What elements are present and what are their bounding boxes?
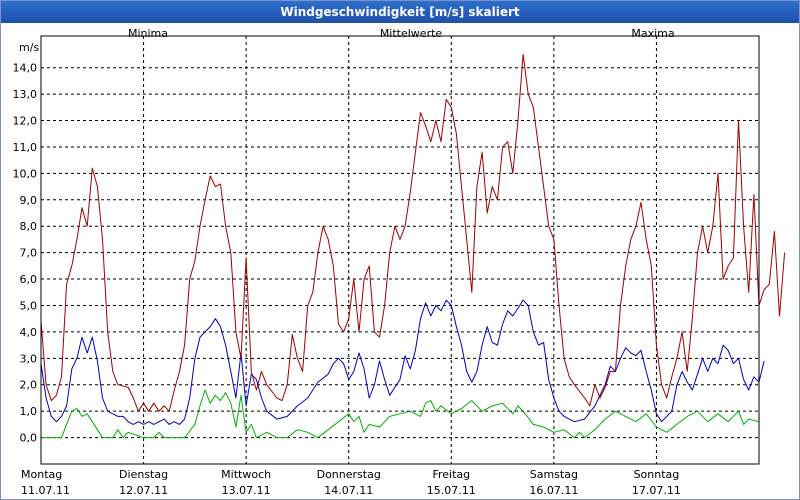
y-tick-label: 6,0 bbox=[20, 273, 38, 286]
y-tick-label: 2,0 bbox=[20, 379, 38, 392]
y-tick-labels: 0,0 1,0 2,0 3,0 4,0 5,0 6,0 7,0 8,0 9,0 10,0 11,0 12… bbox=[13, 62, 38, 445]
x-tick-date-label: 16.07.11 bbox=[529, 484, 578, 497]
y-tick-label: 1,0 bbox=[20, 405, 38, 418]
window-title: Windgeschwindigkeit [m/s] skaliert bbox=[1, 1, 799, 23]
wind-speed-chart: Minima Mittelwerte Maxima m/s 0,0 1,0 2,0 3… bbox=[13, 27, 786, 497]
x-tick-date-label: 17.07.11 bbox=[632, 484, 681, 497]
x-tick-day-label: Montag bbox=[21, 468, 62, 481]
legend-mittelwerte: Mittelwerte bbox=[380, 27, 443, 40]
x-tick-day-label: Sonntag bbox=[634, 468, 680, 481]
x-tick-labels: Montag 11.07.11 Dienstag 12.07.11 Mittwoch 13… bbox=[21, 468, 681, 497]
series-line-mittelwerte bbox=[40, 299, 765, 425]
legend-minima: Minima bbox=[128, 27, 168, 40]
y-tick-label: 5,0 bbox=[20, 299, 38, 312]
chart-window: Windgeschwindigkeit [m/s] skaliert Minim… bbox=[0, 0, 800, 500]
plot-frame bbox=[40, 35, 760, 465]
x-tick-day-label: Samstag bbox=[530, 468, 578, 481]
y-tick-label: 8,0 bbox=[20, 220, 38, 233]
y-tick-label: 13,0 bbox=[13, 88, 38, 101]
x-tick-date-label: 14.07.11 bbox=[324, 484, 373, 497]
y-tick-label: 9,0 bbox=[20, 194, 38, 207]
y-tick-label: 10,0 bbox=[13, 167, 38, 180]
x-tick-date-label: 11.07.11 bbox=[21, 484, 70, 497]
x-tick-day-label: Mittwoch bbox=[221, 468, 271, 481]
y-tick-label: 14,0 bbox=[13, 62, 38, 75]
y-tick-label: 0,0 bbox=[20, 432, 38, 445]
y-tick-label: 3,0 bbox=[20, 352, 38, 365]
x-tick-date-label: 12.07.11 bbox=[119, 484, 168, 497]
x-tick-day-label: Donnerstag bbox=[317, 468, 381, 481]
y-axis-unit-label: m/s bbox=[19, 41, 39, 54]
y-tick-label: 12,0 bbox=[13, 115, 38, 128]
data-series bbox=[40, 54, 786, 439]
x-tick-date-label: 15.07.11 bbox=[427, 484, 476, 497]
legend-maxima: Maxima bbox=[631, 27, 674, 40]
x-tick-day-label: Dienstag bbox=[119, 468, 168, 481]
y-tick-label: 7,0 bbox=[20, 247, 38, 260]
grid-lines bbox=[41, 36, 759, 464]
series-line-maxima bbox=[40, 54, 786, 412]
x-tick-day-label: Freitag bbox=[432, 468, 470, 481]
y-tick-label: 11,0 bbox=[13, 141, 38, 154]
x-tick-date-label: 13.07.11 bbox=[222, 484, 271, 497]
series-line-minima bbox=[41, 389, 760, 439]
y-tick-label: 4,0 bbox=[20, 326, 38, 339]
